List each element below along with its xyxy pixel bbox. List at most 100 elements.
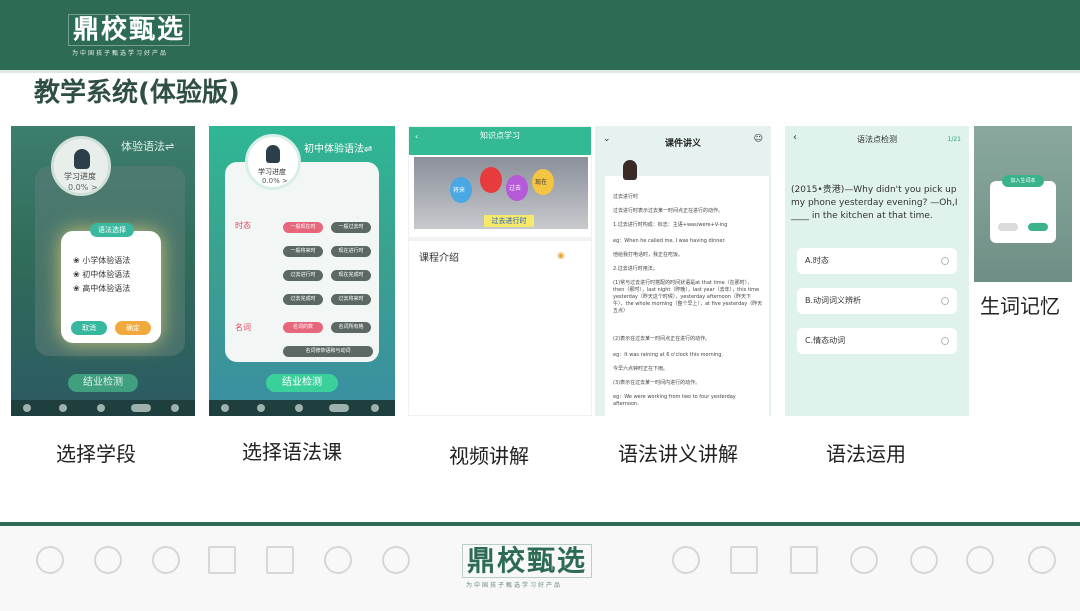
notes-line: 2.过去进行时用法。 — [613, 266, 658, 272]
medal-icon — [36, 546, 64, 574]
course-card: 时态 名词 一般现在时 一般过去时 一般将来时 现在进行时 过去进行时 现在完成… — [225, 162, 379, 362]
tab-bar — [11, 400, 195, 416]
notes-line: eg：We were working from two to four yest… — [613, 394, 736, 407]
lesson-pill[interactable]: 一般现在时 — [283, 222, 323, 233]
progress-label: 学习进度 — [64, 172, 96, 181]
back-icon[interactable]: ‹ — [415, 128, 418, 146]
tab-icon[interactable] — [171, 404, 179, 412]
brand-logo: 鼎校甄选 为中国孩子甄选学习好产品 — [68, 14, 191, 57]
slide: 鼎校甄选 为中国孩子甄选学习好产品 教学系统(体验版) 学习进度 0.0% > … — [0, 0, 1080, 611]
lesson-pill[interactable]: 过去完成时 — [283, 294, 323, 305]
head-bulb-icon — [910, 546, 938, 574]
answer-option-a[interactable]: A.时态 — [797, 248, 957, 274]
caption-video: 视频讲解 — [449, 444, 529, 468]
avatar — [74, 149, 90, 169]
lesson-pill[interactable]: 一般过去时 — [331, 222, 371, 233]
caption-select-grammar: 选择语法课 — [242, 440, 342, 464]
avatar — [266, 145, 280, 163]
sound-icon[interactable]: ◉ — [557, 251, 565, 261]
option-senior[interactable]: ❀ 高中体验语法 — [73, 283, 130, 294]
lesson-pill[interactable]: 名词修饰语和与动词 — [283, 346, 373, 357]
progress-value: 0.0% > — [262, 177, 288, 185]
screenshot-video-lecture: ‹ 知识点学习 将来 过去 现在 过去进行时 课程介绍 ◉ — [408, 126, 592, 416]
cancel-button[interactable]: 取消 — [71, 321, 107, 335]
final-test-button[interactable]: 结业检测 — [266, 374, 338, 392]
notes-line: 今早六点钟时正在下雨。 — [613, 366, 669, 372]
triangle-ruler-icon — [208, 546, 236, 574]
cancel-button[interactable] — [998, 223, 1018, 231]
tab-icon[interactable] — [257, 404, 265, 412]
option-junior[interactable]: ❀ 初中体验语法 — [73, 269, 130, 280]
lesson-pill[interactable]: 过去将来时 — [331, 294, 371, 305]
lesson-pill[interactable]: 过去进行时 — [283, 270, 323, 281]
grammar-title[interactable]: 体验语法⇌ — [121, 138, 174, 154]
footer-logo-tagline: 为中国孩子甄选学习好产品 — [466, 582, 563, 589]
video-player[interactable]: 将来 过去 现在 过去进行时 — [414, 157, 588, 229]
confirm-button[interactable] — [1028, 223, 1048, 231]
dialog-title: 加入生词本 — [1002, 175, 1044, 187]
caption-select-level: 选择学段 — [56, 442, 136, 466]
head-bulb-icon — [382, 546, 410, 574]
radio-icon[interactable] — [941, 257, 949, 265]
caption-grammar-practice: 语法运用 — [826, 442, 906, 466]
globe-search-icon — [850, 546, 878, 574]
option-label: A.时态 — [805, 256, 829, 265]
teacher-avatar — [623, 160, 637, 180]
tab-icon[interactable] — [97, 404, 105, 412]
answer-option-c[interactable]: C.情态动词 — [797, 328, 957, 354]
tab-icon[interactable] — [131, 404, 151, 412]
notes-line: (1)常与过去进行时搭配的时间状语是at that time（在那时），then… — [613, 280, 763, 314]
progress-avatar: 学习进度 0.0% > — [245, 134, 301, 190]
tab-icon[interactable] — [329, 404, 349, 412]
section-tense: 时态 — [235, 221, 251, 230]
footer-logo: 鼎校甄选 为中国孩子甄选学习好产品 — [462, 544, 593, 589]
grammar-title[interactable]: 初中体验语法⇌ — [304, 140, 372, 155]
radio-icon[interactable] — [941, 297, 949, 305]
progress-value: 0.0% > — [68, 183, 98, 192]
notes-document: 过去进行时 过去进行时表示过去某一时间点正在进行的动作。 1.过去进行时构成：标… — [605, 176, 769, 416]
lesson-pill[interactable]: 一般将来时 — [283, 246, 323, 257]
screenshot-select-level: 学习进度 0.0% > 体验语法⇌ 语法选择 ❀ 小学体验语法 ❀ 初中体验语法… — [11, 126, 195, 416]
final-test-button[interactable]: 结业检测 — [68, 374, 138, 392]
tab-icon[interactable] — [59, 404, 67, 412]
notes-line: eg：It was raining at 6 o'clock this morn… — [613, 352, 723, 358]
course-intro-label[interactable]: 课程介绍 — [419, 249, 459, 264]
screenshot-grammar-notes: ⌄ 课件讲义 ☺ 过去进行时 过去进行时表示过去某一时间点正在进行的动作。 1.… — [595, 126, 771, 416]
practice-title: 语法点检测 — [857, 135, 897, 144]
modal-title: 语法选择 — [90, 223, 134, 237]
option-label: 小学体验语法 — [82, 256, 131, 265]
top-bar-title: 知识点学习 — [480, 131, 520, 140]
lesson-pill[interactable]: 名词所有格 — [331, 322, 371, 333]
video-banner: 过去进行时 — [484, 215, 534, 227]
footer-logo-text: 鼎校甄选 — [462, 544, 593, 578]
lesson-pill[interactable]: 现在完成时 — [331, 270, 371, 281]
radio-icon[interactable] — [941, 337, 949, 345]
question-text: (2015•贵港)—Why didn't you pick up my phon… — [791, 185, 958, 221]
answer-option-b[interactable]: B.动词词义辨析 — [797, 288, 957, 314]
notes-line: 过去进行时 — [613, 194, 639, 200]
option-primary[interactable]: ❀ 小学体验语法 — [73, 255, 130, 266]
brand-logo-tagline: 为中国孩子甄选学习好产品 — [72, 50, 169, 57]
header-divider — [0, 70, 1080, 73]
notes-line: 1.过去进行时构成：标志：主语+was/were+V-ing — [613, 222, 728, 228]
lesson-pill[interactable]: 现在进行时 — [331, 246, 371, 257]
tab-icon[interactable] — [295, 404, 303, 412]
book-icon — [790, 546, 818, 574]
network-icon — [966, 546, 994, 574]
tab-icon[interactable] — [23, 404, 31, 412]
notes-line: 过去进行时表示过去某一时间点正在进行的动作。 — [613, 208, 724, 214]
top-bar: ‹ 知识点学习 — [409, 127, 591, 155]
tab-icon[interactable] — [371, 404, 379, 412]
notes-line: 他给我打电话时，我正在吃饭。 — [613, 252, 684, 258]
book-icon — [266, 546, 294, 574]
notes-line: eg：When he called me, I was having dinne… — [613, 238, 726, 244]
question-counter: 1/21 — [947, 136, 961, 143]
notes-line: (3)表示在过去某一时间内进行的动作。 — [613, 380, 701, 386]
balloon-label: 过去 — [509, 185, 522, 192]
tab-icon[interactable] — [221, 404, 229, 412]
lesson-pill[interactable]: 名词的数 — [283, 322, 323, 333]
add-word-dialog: 加入生词本 — [990, 175, 1056, 243]
option-label: 初中体验语法 — [82, 270, 131, 279]
confirm-button[interactable]: 确定 — [115, 321, 151, 335]
menu-icon[interactable]: ☺ — [754, 134, 763, 144]
